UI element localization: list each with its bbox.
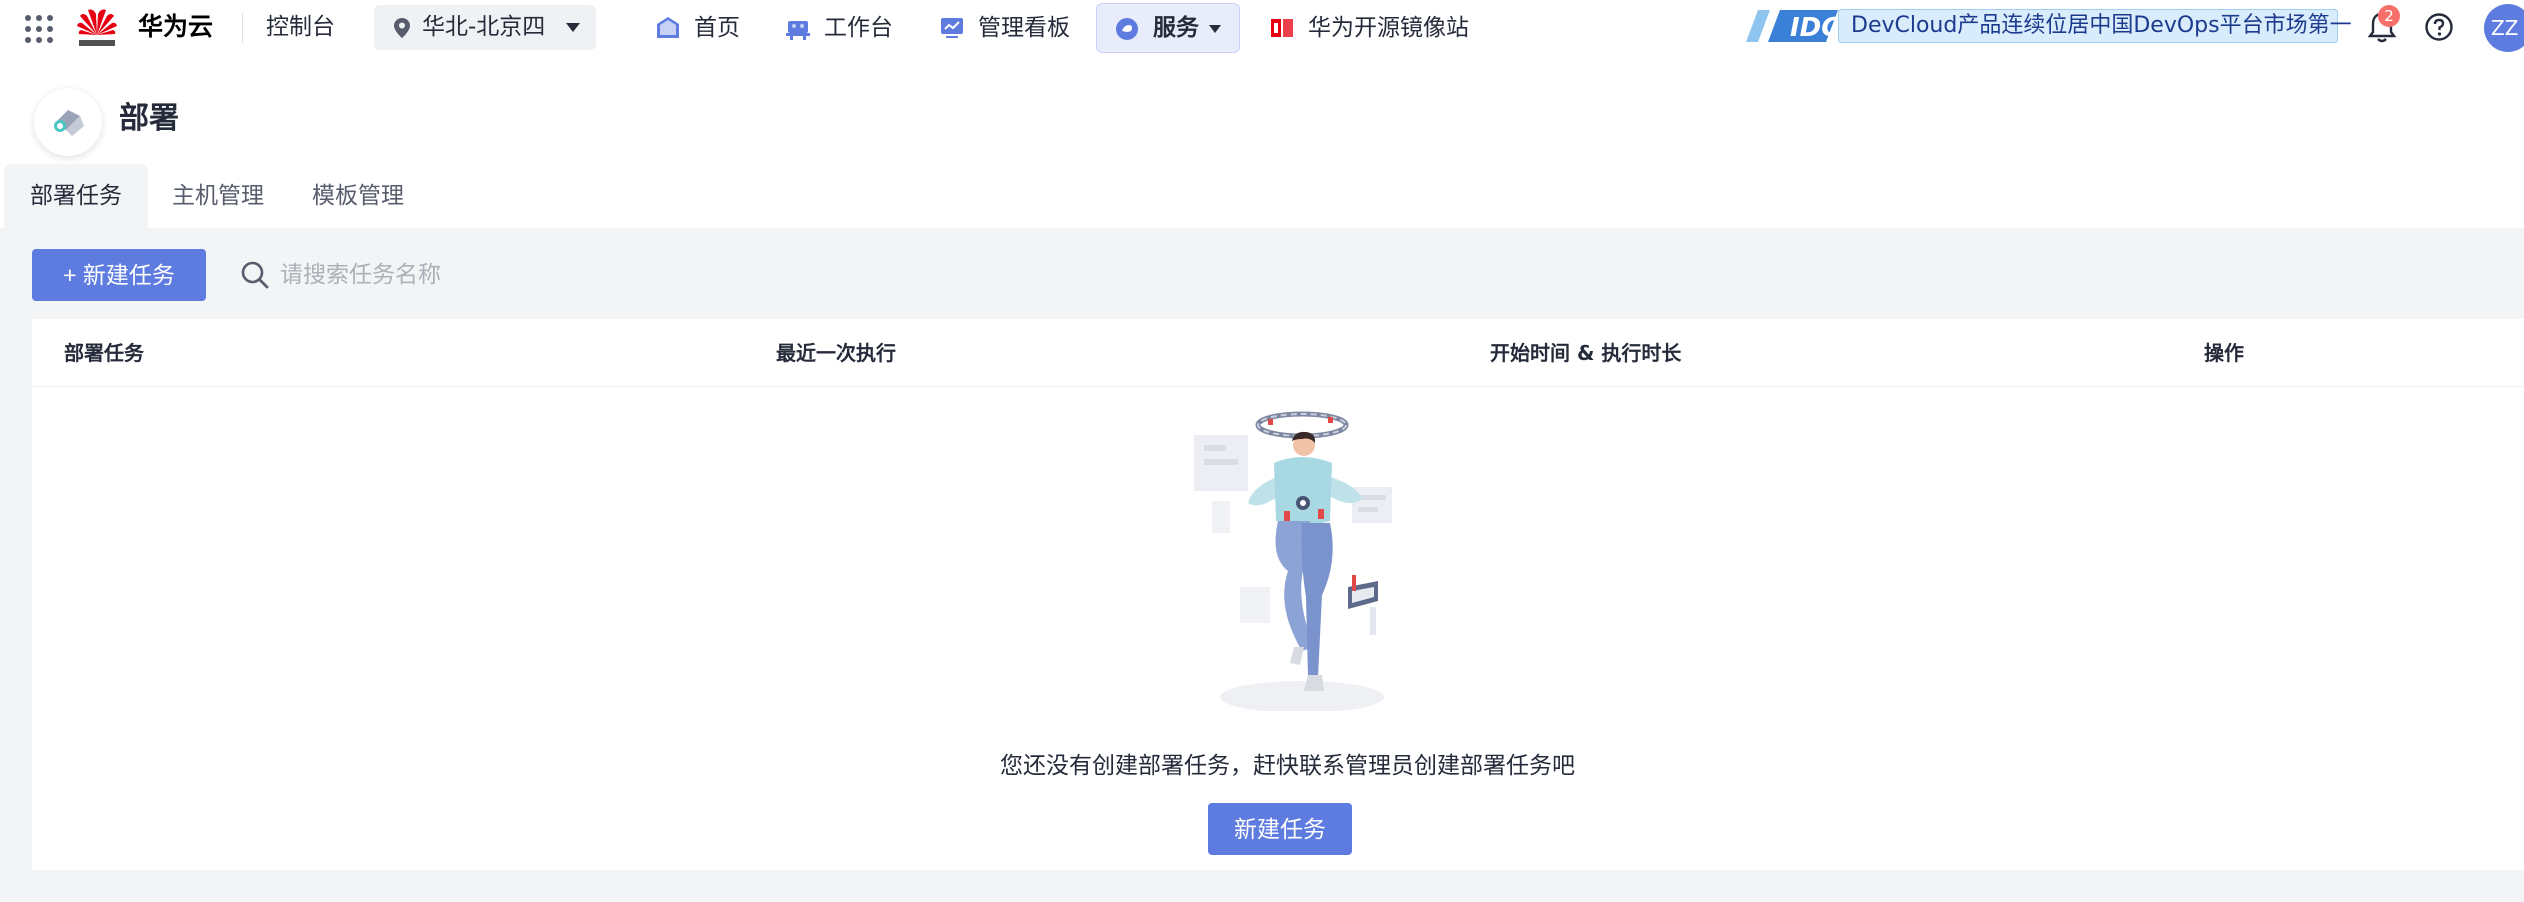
huawei-logo-icon[interactable] bbox=[74, 5, 120, 51]
caret-down-icon bbox=[1209, 25, 1221, 33]
nav-dashboard[interactable]: 管理看板 bbox=[938, 8, 1070, 48]
search-input[interactable] bbox=[280, 255, 780, 295]
console-link[interactable]: 控制台 bbox=[266, 12, 335, 42]
empty-state-illustration bbox=[1194, 411, 1392, 711]
nav-services[interactable]: 服务 bbox=[1096, 3, 1240, 53]
services-icon bbox=[1116, 18, 1138, 40]
nav-workbench[interactable]: 工作台 bbox=[784, 8, 893, 48]
search-icon bbox=[241, 261, 269, 289]
avatar[interactable]: ZZ bbox=[2484, 4, 2524, 52]
column-header-actions[interactable]: 操作 bbox=[2204, 339, 2244, 367]
table-header: 部署任务 最近一次执行 开始时间 & 执行时长 操作 bbox=[32, 319, 2524, 387]
page-title: 部署 bbox=[119, 101, 179, 136]
deploy-task-table: 部署任务 最近一次执行 开始时间 & 执行时长 操作 您还没有创建部署任务，赶快… bbox=[32, 319, 2524, 870]
region-label: 华北-北京四 bbox=[422, 14, 546, 40]
workbench-icon bbox=[786, 21, 810, 40]
empty-state-message-text: 您还没有创建部署任务，赶快联系管理员创建部署任务吧 bbox=[1000, 753, 1575, 779]
tab-template-management[interactable]: 模板管理 bbox=[288, 164, 428, 228]
page-header: 部署 部署任务 主机管理 模板管理 bbox=[0, 58, 2524, 228]
help-icon[interactable] bbox=[2424, 12, 2454, 42]
promo-banner[interactable]: IDC DevCloud产品连续位居中国DevOps平台市场第一 bbox=[1746, 8, 2352, 44]
deploy-service-icon bbox=[34, 88, 102, 156]
nav-label: 工作台 bbox=[824, 15, 893, 41]
nav-label: 华为开源镜像站 bbox=[1308, 15, 1469, 41]
svg-text:IDC: IDC bbox=[1790, 13, 1840, 43]
brand-name[interactable]: 华为云 bbox=[138, 12, 213, 42]
nav-label: 首页 bbox=[694, 15, 740, 41]
caret-down-icon bbox=[566, 23, 580, 32]
tab-host-management[interactable]: 主机管理 bbox=[148, 164, 288, 228]
grid-menu-icon[interactable] bbox=[22, 12, 56, 46]
column-header-last-run[interactable]: 最近一次执行 bbox=[776, 339, 896, 367]
deploy-icon bbox=[54, 110, 84, 136]
tab-bar: 部署任务 主机管理 模板管理 bbox=[4, 164, 428, 228]
notification-badge: 2 bbox=[2378, 5, 2400, 27]
nav-mirror-site[interactable]: 华为开源镜像站 bbox=[1268, 8, 1469, 48]
column-header-task[interactable]: 部署任务 bbox=[64, 339, 144, 367]
region-selector[interactable]: 华北-北京四 bbox=[374, 5, 596, 50]
dashboard-icon bbox=[941, 18, 963, 38]
top-navigation-bar: 华为云 控制台 华北-北京四 首页 工作台 管理看板 服务 华为开源镜像站 ID… bbox=[0, 0, 2524, 58]
nav-home[interactable]: 首页 bbox=[654, 8, 740, 48]
nav-label: 管理看板 bbox=[978, 15, 1070, 41]
promo-text: DevCloud产品连续位居中国DevOps平台市场第一 bbox=[1838, 9, 2352, 43]
divider bbox=[242, 13, 243, 43]
location-pin-icon bbox=[394, 18, 410, 38]
idc-logo-icon: IDC bbox=[1746, 10, 1840, 43]
tab-deploy-tasks[interactable]: 部署任务 bbox=[4, 164, 148, 228]
mirror-icon bbox=[1271, 19, 1293, 37]
nav-label: 服务 bbox=[1153, 15, 1199, 41]
empty-state-new-task-button[interactable]: 新建任务 bbox=[1208, 803, 1352, 855]
new-task-button[interactable]: + 新建任务 bbox=[32, 249, 206, 301]
column-header-start-duration[interactable]: 开始时间 & 执行时长 bbox=[1490, 339, 1681, 367]
home-icon bbox=[657, 17, 679, 38]
